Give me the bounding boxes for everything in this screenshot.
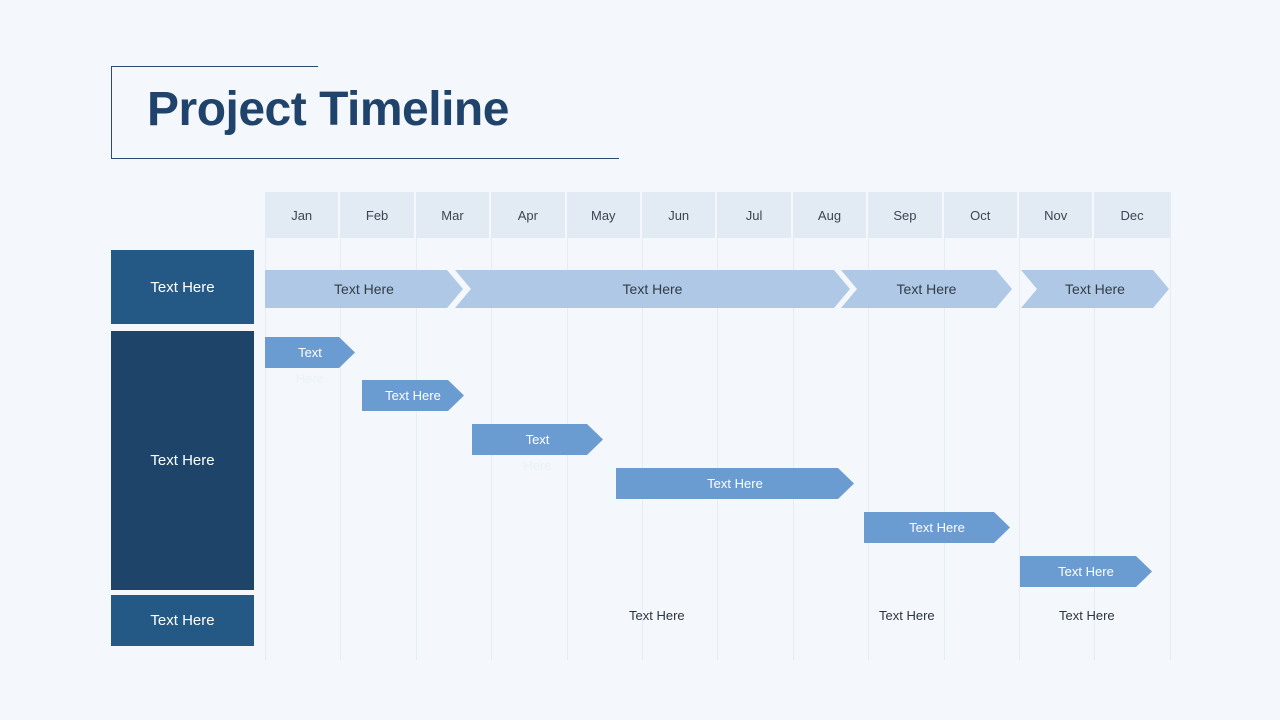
gridline — [792, 192, 794, 660]
task-bar-6[interactable]: Text Here — [1020, 556, 1152, 587]
month-header-jul[interactable]: Jul — [717, 192, 793, 238]
gantt-chart: Jan Feb Mar Apr May Jun Jul Aug Sep Oct Nov Dec Tex… — [0, 0, 1280, 720]
month-header-may[interactable]: May — [566, 192, 642, 238]
milestone-label-1[interactable]: Text Here — [629, 608, 685, 623]
task-bar-label-overflow: Here — [523, 458, 552, 473]
gridline — [943, 192, 945, 660]
sidebar-category-1[interactable]: Text Here — [111, 250, 254, 324]
month-header-jun[interactable]: Jun — [642, 192, 718, 238]
month-header-mar[interactable]: Mar — [415, 192, 492, 238]
phase-bar-1[interactable]: Text Here — [265, 270, 463, 308]
month-header-aug[interactable]: Aug — [792, 192, 869, 238]
sidebar-category-2[interactable]: Text Here — [111, 331, 254, 590]
task-bar-label: Text Here — [707, 476, 763, 491]
task-bar-label: Text Here — [1058, 564, 1114, 579]
month-header-oct[interactable]: Oct — [943, 192, 1019, 238]
month-header-feb[interactable]: Feb — [340, 192, 416, 238]
gridline — [1094, 192, 1096, 660]
task-bar-5[interactable]: Text Here — [864, 512, 1010, 543]
task-bar-label: Text Here — [909, 520, 965, 535]
task-bar-2[interactable]: Text Here — [362, 380, 464, 411]
month-header-dec[interactable]: Dec — [1094, 192, 1170, 238]
gridline — [340, 192, 342, 660]
gridline — [415, 192, 417, 660]
gridline — [717, 192, 719, 660]
task-bar-label-overflow: Here — [295, 371, 325, 386]
task-bar-label: Text Here — [385, 388, 441, 403]
milestone-label-2[interactable]: Text Here — [879, 608, 935, 623]
month-header-apr[interactable]: Apr — [491, 192, 567, 238]
month-header-jan[interactable]: Jan — [265, 192, 341, 238]
month-header-sep[interactable]: Sep — [868, 192, 944, 238]
milestone-label-3[interactable]: Text Here — [1059, 608, 1115, 623]
month-header-nov[interactable]: Nov — [1019, 192, 1095, 238]
phase-bar-3[interactable]: Text Here — [841, 270, 1012, 308]
gridline — [642, 192, 643, 660]
gridline — [1169, 192, 1171, 660]
gridline — [868, 192, 870, 660]
sidebar-category-3[interactable]: Text Here — [111, 595, 254, 646]
gridline — [1019, 192, 1020, 660]
gridline — [265, 192, 266, 660]
phase-bar-4[interactable]: Text Here — [1021, 270, 1169, 308]
task-bar-4[interactable]: Text Here — [616, 468, 854, 499]
phase-bar-2[interactable]: Text Here — [455, 270, 850, 308]
